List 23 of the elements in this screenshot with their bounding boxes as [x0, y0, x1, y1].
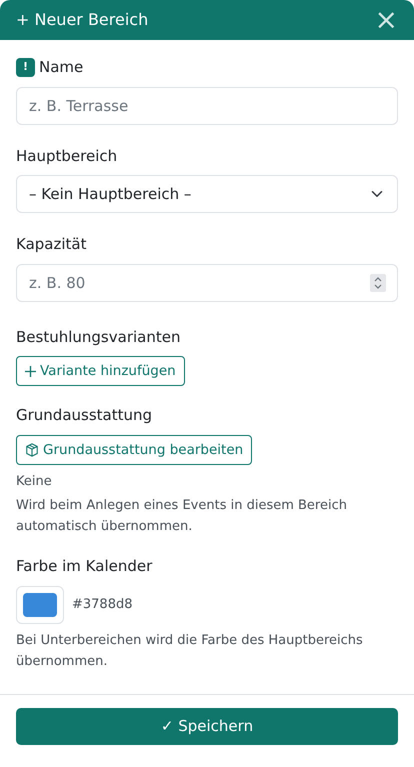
edit-equipment-button[interactable]: Grundausstattung bearbeiten: [16, 434, 252, 465]
capacity-input[interactable]: z. B. 80: [16, 264, 398, 302]
parent-select[interactable]: – Kein Hauptbereich –: [16, 175, 398, 213]
equipment-value: Keine: [16, 473, 53, 491]
close-button[interactable]: ×: [374, 6, 398, 34]
name-input[interactable]: z. B. Terrasse: [16, 86, 398, 124]
field-label: Name: [39, 57, 84, 78]
box-icon: [25, 442, 39, 457]
dialog-title: + Neuer Bereich: [16, 9, 148, 31]
help-text: Wird beim Anlegen eines Events in diesem Bereich automatisch übernommen.: [16, 497, 348, 536]
field-label: Grundausstattung: [16, 405, 154, 426]
color-picker[interactable]: [16, 586, 64, 624]
plus-icon: [25, 366, 36, 377]
field-label: Farbe im Kalender: [16, 556, 154, 577]
color-value: #3788d8: [72, 596, 132, 614]
required-badge: !: [16, 58, 35, 77]
help-text: Bei Unterbereichen wird die Farbe des Hauptbereichs übernommen.: [16, 632, 364, 670]
save-button[interactable]: ✓ Speichern: [16, 708, 398, 744]
field-label: Hauptbereich: [16, 146, 118, 166]
add-variant-button[interactable]: Variante hinzufügen: [16, 356, 185, 386]
field-label: Bestuhlungsvarianten: [16, 326, 182, 348]
spinner-icon[interactable]: [370, 274, 386, 292]
field-label: Kapazität: [16, 234, 88, 255]
